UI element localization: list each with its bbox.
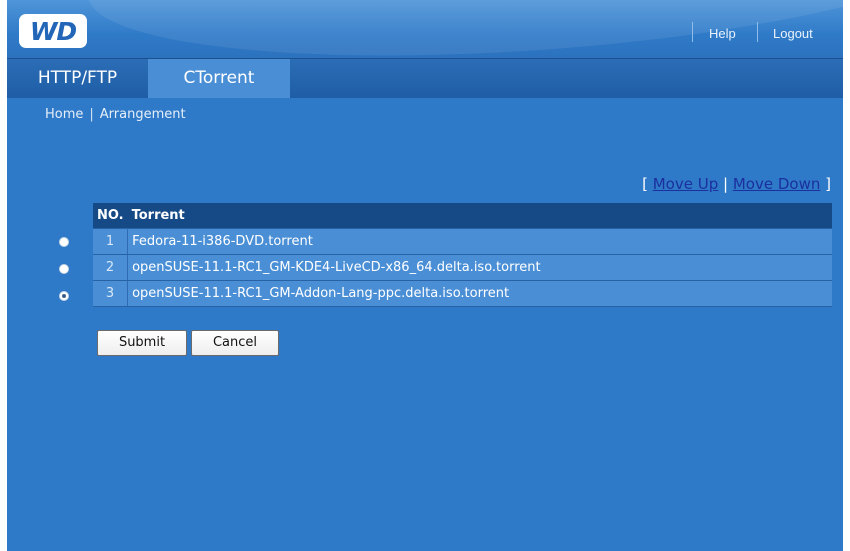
move-up-link[interactable]: Move Up bbox=[653, 175, 719, 193]
column-header-no: NO. bbox=[93, 203, 128, 229]
logout-link[interactable]: Logout bbox=[773, 26, 813, 41]
move-open-bracket: [ bbox=[642, 175, 648, 193]
header-divider bbox=[692, 22, 693, 42]
row-radio-2[interactable] bbox=[59, 264, 69, 274]
header-bar: WD Help Logout bbox=[7, 0, 843, 58]
torrent-table: NO. Torrent 1 Fedora-11-i386-DVD.torrent… bbox=[93, 203, 832, 307]
help-link[interactable]: Help bbox=[709, 26, 736, 41]
torrent-name: openSUSE-11.1-RC1_GM-KDE4-LiveCD-x86_64.… bbox=[127, 254, 832, 281]
tab-ctorrent[interactable]: CTorrent bbox=[148, 59, 290, 98]
cancel-button[interactable]: Cancel bbox=[191, 330, 279, 356]
row-number: 2 bbox=[93, 254, 129, 281]
move-down-link[interactable]: Move Down bbox=[733, 175, 821, 193]
tab-http-ftp[interactable]: HTTP/FTP bbox=[7, 59, 148, 98]
torrent-name: openSUSE-11.1-RC1_GM-Addon-Lang-ppc.delt… bbox=[127, 280, 832, 307]
table-header-row: NO. Torrent bbox=[93, 203, 832, 229]
row-radio-3[interactable] bbox=[59, 291, 69, 301]
logo-text: WD bbox=[29, 16, 77, 46]
move-controls: [ Move Up | Move Down ] bbox=[642, 175, 831, 193]
breadcrumb-home[interactable]: Home bbox=[45, 107, 83, 122]
tab-bar: HTTP/FTP CTorrent bbox=[7, 58, 843, 98]
table-row[interactable]: 2 openSUSE-11.1-RC1_GM-KDE4-LiveCD-x86_6… bbox=[93, 254, 832, 281]
wd-logo: WD bbox=[19, 14, 87, 48]
breadcrumb: Home | Arrangement bbox=[45, 107, 186, 122]
submit-button[interactable]: Submit bbox=[97, 330, 187, 356]
breadcrumb-current: Arrangement bbox=[99, 107, 186, 122]
table-row[interactable]: 3 openSUSE-11.1-RC1_GM-Addon-Lang-ppc.de… bbox=[93, 280, 832, 307]
column-header-torrent: Torrent bbox=[127, 203, 832, 229]
breadcrumb-separator: | bbox=[89, 107, 94, 122]
torrent-name: Fedora-11-i386-DVD.torrent bbox=[127, 228, 832, 255]
table-row[interactable]: 1 Fedora-11-i386-DVD.torrent bbox=[93, 228, 832, 255]
row-radio-1[interactable] bbox=[59, 237, 69, 247]
move-separator: | bbox=[723, 175, 729, 193]
header-divider bbox=[757, 22, 758, 42]
app-window: WD Help Logout HTTP/FTP CTorrent Home | Ar… bbox=[7, 0, 843, 551]
row-number: 1 bbox=[93, 228, 129, 255]
move-close-bracket: ] bbox=[825, 175, 831, 193]
row-number: 3 bbox=[93, 280, 129, 307]
